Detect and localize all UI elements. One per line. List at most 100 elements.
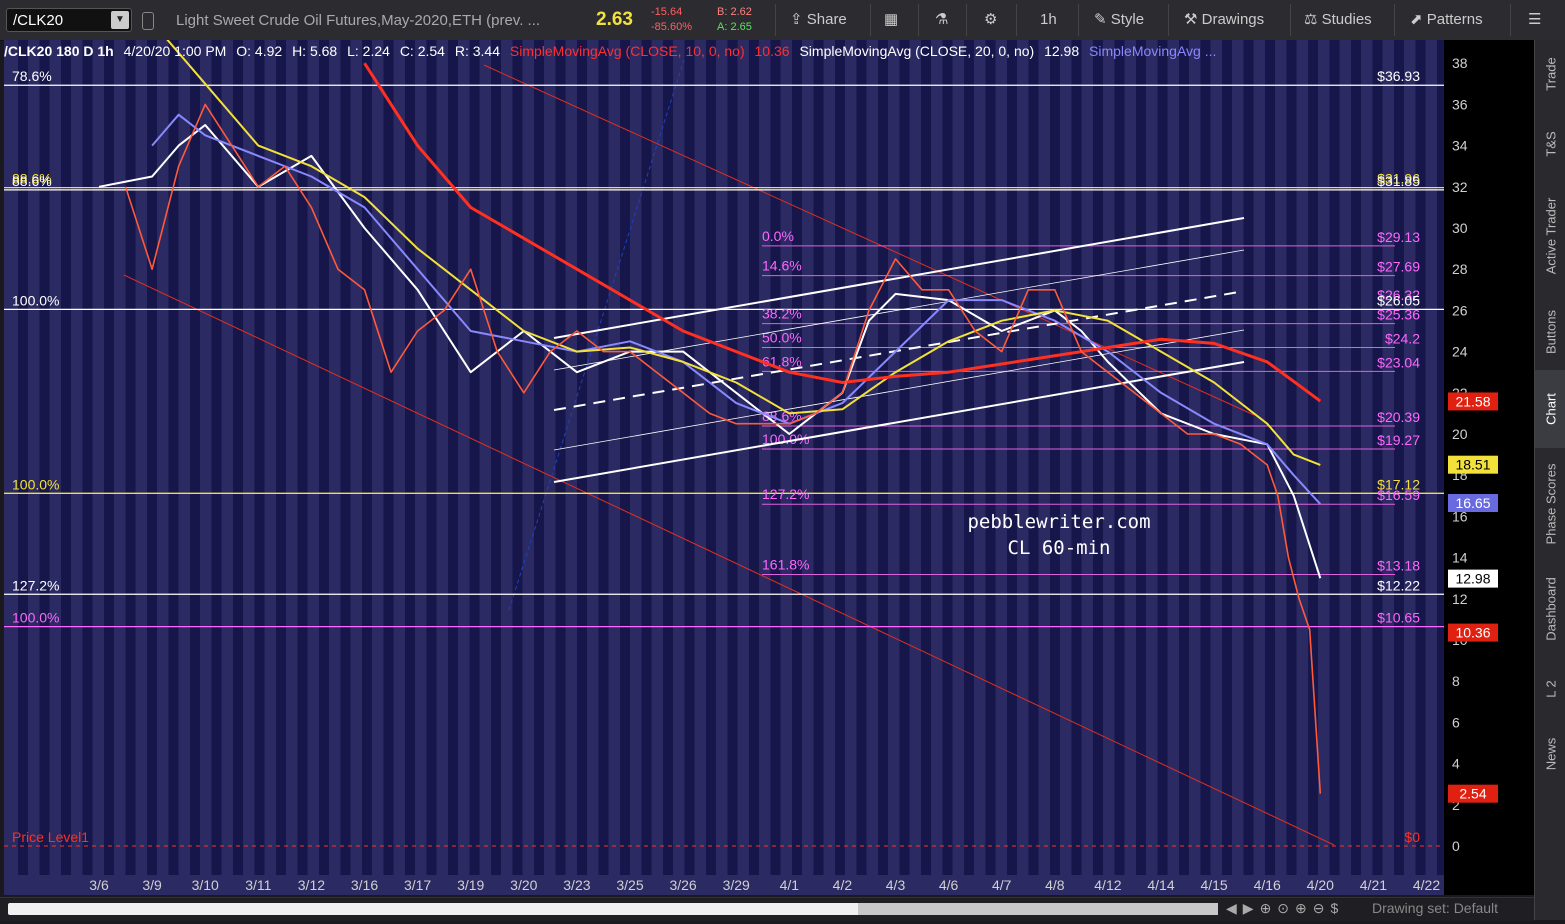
side-tab-label: L 2	[1543, 680, 1558, 698]
session-stripe	[1200, 40, 1211, 875]
session-stripe	[1114, 40, 1125, 875]
link-icon[interactable]	[142, 12, 154, 30]
chart-plot-area[interactable]: 78.6% 88.6% 88.6% 100.0% 100.0% 127.2% 100.0% P…	[4, 40, 1444, 895]
price-label: $0	[1404, 829, 1420, 845]
side-tab-label: Chart	[1543, 393, 1558, 425]
x-axis-label: 4/22	[1413, 877, 1440, 893]
x-axis-label: 4/21	[1360, 877, 1387, 893]
fib-level-label: 0.0%	[762, 228, 794, 244]
ohlc-open: O: 4.92	[236, 43, 283, 59]
patterns-icon: ⬈	[1410, 11, 1427, 28]
price-label: $20.39	[1377, 409, 1420, 425]
session-stripe	[1222, 40, 1232, 875]
axis-tick-label: 8	[1452, 673, 1460, 689]
session-stripe	[1050, 40, 1060, 875]
scroll-thumb[interactable]	[858, 903, 1218, 915]
price-label: $19.27	[1377, 432, 1420, 448]
flask-button[interactable]: ⚗	[935, 8, 948, 32]
x-axis-label: 3/11	[245, 877, 271, 893]
side-tab-phase-scores[interactable]: Phase Scores	[1535, 450, 1565, 558]
session-stripe	[1157, 40, 1168, 875]
chart-scrollbar[interactable]: ◀▶⊕⊙⊕⊖$ Drawing set: Default	[0, 897, 1534, 921]
zoom-icon[interactable]: ⊕	[1260, 900, 1278, 916]
x-axis-label: 4/2	[833, 877, 853, 893]
session-stripe	[964, 40, 974, 875]
axis-tick-label: 14	[1452, 550, 1468, 566]
sma-more-label[interactable]: SimpleMovingAvg ...	[1089, 43, 1216, 59]
side-tab-dashboard[interactable]: Dashboard	[1535, 560, 1565, 658]
side-tab-label: Dashboard	[1543, 577, 1558, 641]
x-axis-label: 3/17	[404, 877, 431, 893]
drawings-button[interactable]: ⚒ Drawings	[1184, 8, 1264, 32]
side-tab-active-trader[interactable]: Active Trader	[1535, 180, 1565, 292]
reset-icon[interactable]: ⊙	[1277, 900, 1295, 916]
side-tab-buttons[interactable]: Buttons	[1535, 295, 1565, 368]
sma10-label[interactable]: SimpleMovingAvg (CLOSE, 10, 0, no)	[510, 43, 745, 59]
x-axis-label: 4/15	[1200, 877, 1227, 893]
x-axis-label: 4/8	[1045, 877, 1065, 893]
price-level-label: 78.6%	[12, 68, 52, 84]
chart-datetime: 4/20/20 1:00 PM	[123, 43, 227, 59]
session-stripe	[598, 40, 609, 875]
symbol-input[interactable]: /CLK20 ▼	[6, 8, 132, 32]
side-tab-trade[interactable]: Trade	[1535, 40, 1565, 108]
session-stripe	[792, 40, 802, 875]
session-stripe	[469, 40, 480, 875]
style-button[interactable]: ✎ Style	[1094, 8, 1144, 32]
side-tab-l-2[interactable]: L 2	[1535, 660, 1565, 718]
scroll-track[interactable]	[8, 903, 1218, 915]
price-label: $36.93	[1377, 68, 1420, 84]
style-icon: ✎	[1094, 11, 1111, 28]
grid-button[interactable]: ▦	[884, 8, 898, 32]
watermark-text: CL 60-min	[1008, 537, 1111, 559]
menu-icon: ☰	[1528, 11, 1542, 28]
axis-tick-label: 20	[1452, 426, 1468, 442]
patterns-button[interactable]: ⬈ Patterns	[1410, 8, 1483, 32]
session-stripe	[491, 40, 501, 875]
studies-button[interactable]: ⚖ Studies	[1304, 8, 1372, 32]
price-axis[interactable]: 0246810121416182022242628303234363821.58…	[1444, 40, 1534, 895]
timeframe-button[interactable]: 1h	[1040, 8, 1057, 32]
session-stripe	[168, 40, 179, 875]
x-axis-label: 4/7	[992, 877, 1012, 893]
price-label: $12.22	[1377, 577, 1420, 593]
time-axis[interactable]: 3/6 3/9 3/10 3/11 3/12 3/16 3/17 3/19 3/20 3/23 3/…	[4, 875, 1444, 895]
session-stripe	[61, 40, 71, 875]
price-label: $24.2	[1385, 330, 1420, 346]
side-tab-t-s[interactable]: T&S	[1535, 110, 1565, 178]
fib-level-label: 161.8%	[762, 556, 809, 572]
axis-tick-label: 32	[1452, 179, 1468, 195]
session-stripe	[1028, 40, 1039, 875]
session-stripe	[211, 40, 222, 875]
session-stripe	[727, 40, 738, 875]
share-icon: ⇪	[790, 11, 807, 28]
chevron-down-icon[interactable]: ▼	[111, 11, 129, 29]
drawing-set-label[interactable]: Drawing set: Default	[1372, 900, 1498, 916]
menu-button[interactable]: ☰	[1528, 8, 1541, 32]
price-chart[interactable]: 78.6%88.6%88.6%100.0%100.0%127.2%100.0%P…	[4, 40, 1444, 875]
gear-icon: ⚙	[984, 11, 998, 28]
zoom-controls[interactable]: ◀▶⊕⊙⊕⊖$	[1226, 900, 1344, 917]
toolbar-divider	[1394, 4, 1395, 36]
toolbar-divider	[1290, 4, 1291, 36]
scroll-left-icon[interactable]: ◀	[1226, 900, 1243, 916]
price-label: $25.36	[1377, 307, 1420, 323]
share-button[interactable]: ⇪ Share	[790, 8, 847, 32]
session-stripe	[1243, 40, 1254, 875]
zoom-in-icon[interactable]: ⊕	[1295, 900, 1313, 916]
settings-button[interactable]: ⚙	[984, 8, 997, 32]
zoom-out-icon[interactable]: ⊖	[1313, 900, 1331, 916]
price-axis-svg: 0246810121416182022242628303234363821.58…	[1448, 55, 1498, 854]
currency-icon[interactable]: $	[1331, 900, 1345, 916]
session-stripe	[82, 40, 93, 875]
side-tab-chart[interactable]: Chart	[1535, 370, 1565, 448]
symbol-description: Light Sweet Crude Oil Futures,May-2020,E…	[176, 12, 541, 29]
session-stripe	[1394, 40, 1404, 875]
side-tab-news[interactable]: News	[1535, 720, 1565, 788]
scroll-right-icon[interactable]: ▶	[1243, 900, 1260, 916]
toolbar-divider	[1168, 4, 1169, 36]
x-axis-label: 4/14	[1147, 877, 1174, 893]
sma20-label[interactable]: SimpleMovingAvg (CLOSE, 20, 0, no)	[799, 43, 1034, 59]
session-stripe	[1093, 40, 1103, 875]
price-label: $23.04	[1377, 354, 1420, 370]
